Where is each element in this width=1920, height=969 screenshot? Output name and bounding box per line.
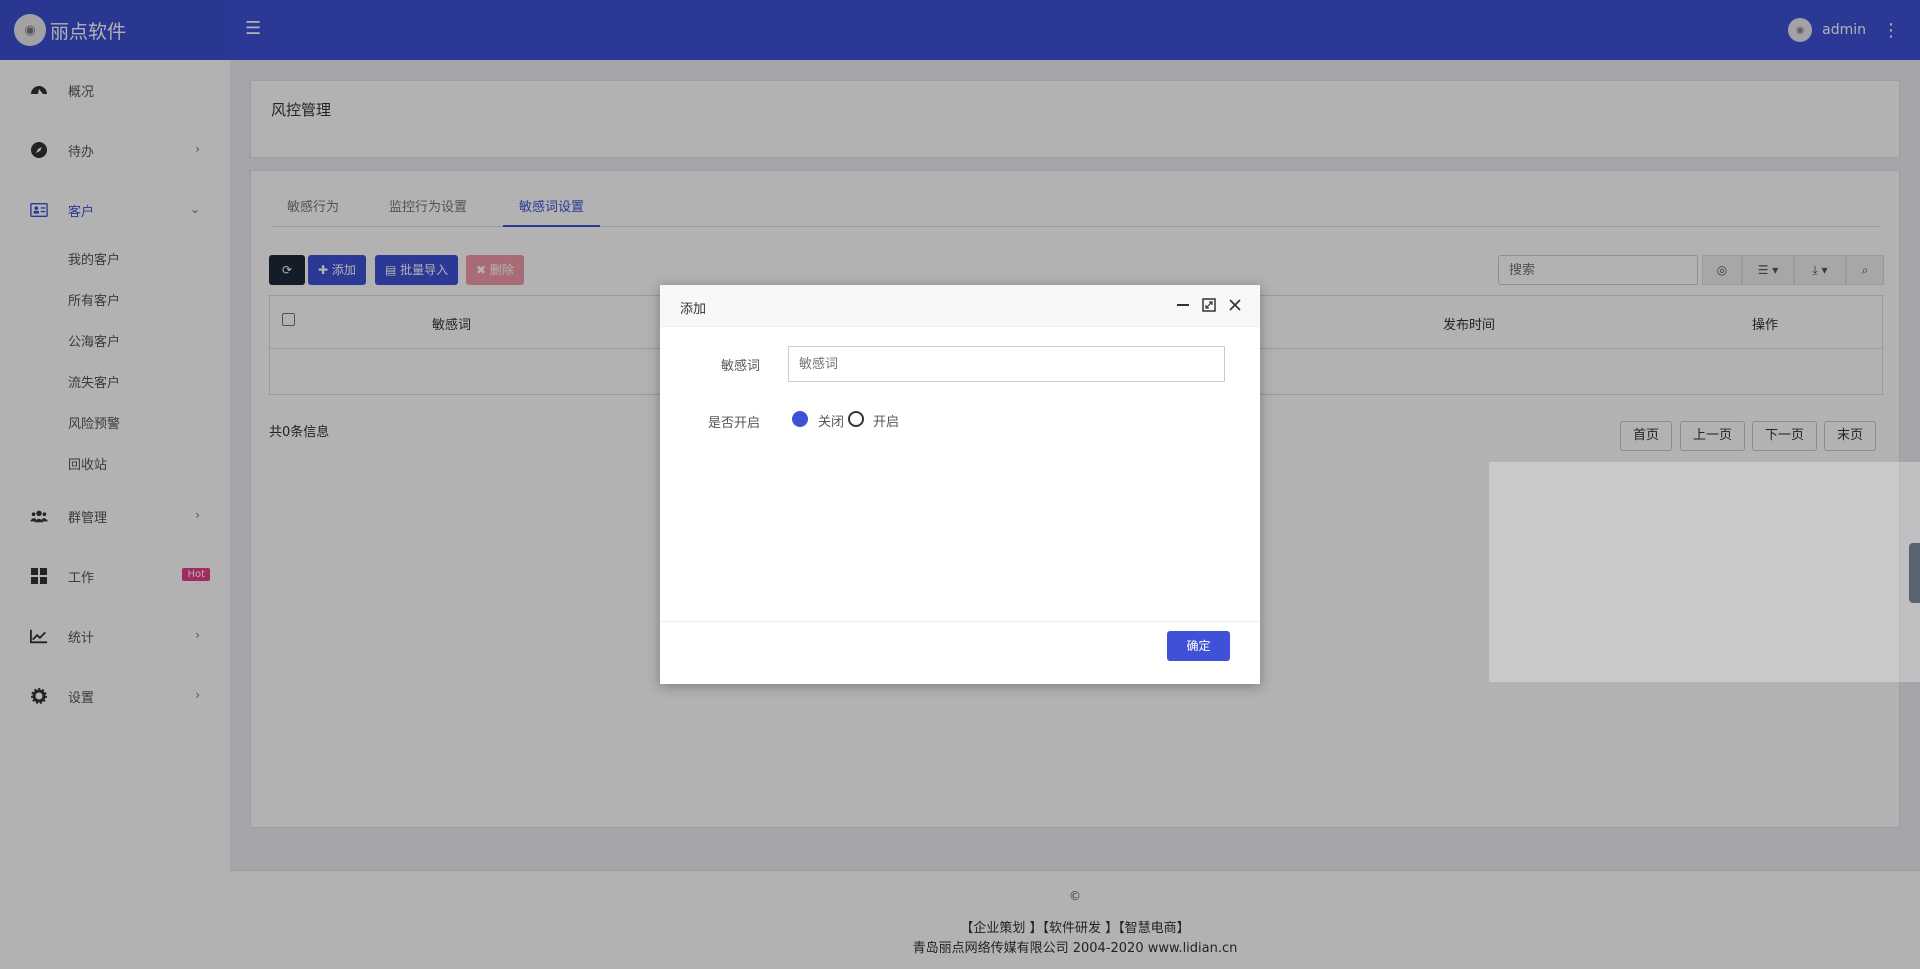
minimize-icon[interactable]	[1173, 295, 1193, 315]
radio-off-label: 关闭	[818, 415, 845, 430]
radio-on-label: 开启	[873, 415, 900, 430]
ghost-panel	[1489, 462, 1920, 682]
enable-label: 是否开启	[707, 416, 760, 431]
radio-on-option[interactable]	[848, 411, 864, 427]
close-icon[interactable]	[1225, 295, 1245, 315]
sensitive-word-input[interactable]	[788, 346, 1225, 382]
dialog-header: 添加	[660, 285, 1260, 327]
radio-off-option[interactable]	[792, 411, 808, 427]
confirm-button[interactable]: 确定	[1167, 631, 1230, 661]
maximize-icon[interactable]	[1199, 295, 1219, 315]
side-drawer-handle[interactable]	[1909, 543, 1920, 603]
add-dialog: 添加 敏感词 是否开启 关闭 开启 确定	[660, 285, 1260, 684]
sensitive-word-label: 敏感词	[720, 359, 760, 374]
dialog-title: 添加	[680, 302, 707, 317]
